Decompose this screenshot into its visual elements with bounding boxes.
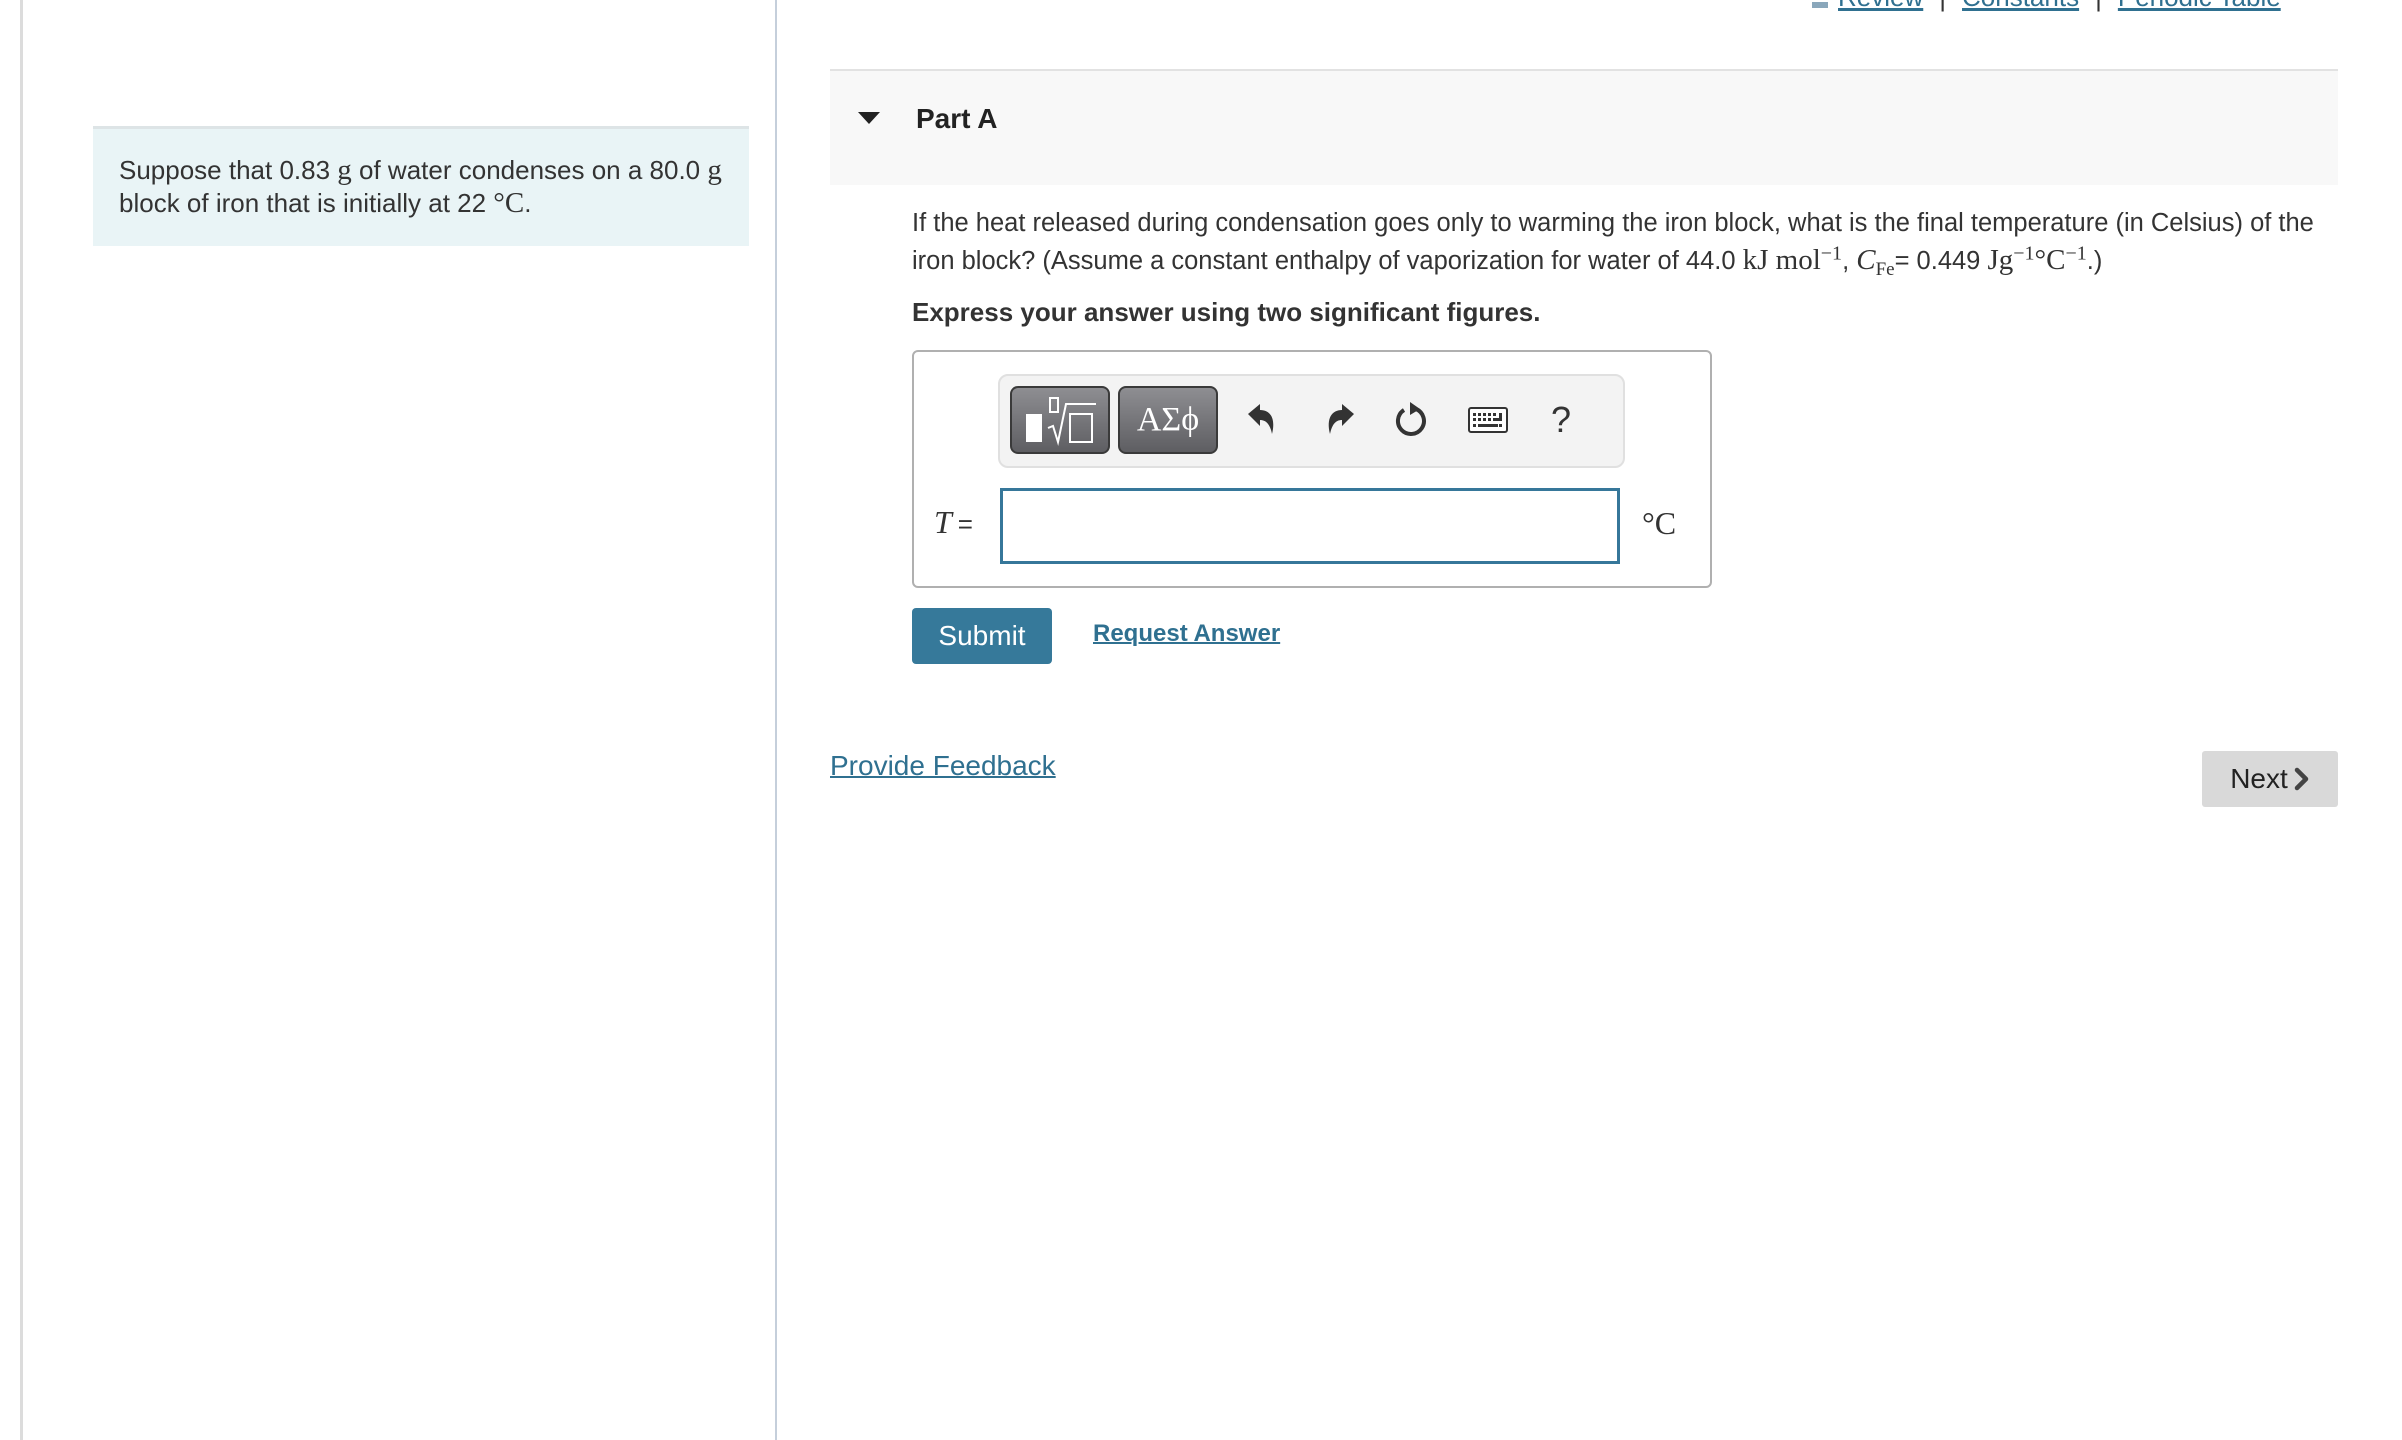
chevron-right-icon <box>2294 767 2309 791</box>
templates-sqrt-icon <box>1026 397 1096 446</box>
question-end: .) <box>2086 247 2103 275</box>
greek-symbols-icon: ΑΣϕ <box>1136 401 1200 438</box>
book-icon <box>1812 2 1828 8</box>
variable-label: T = <box>934 504 973 541</box>
next-button[interactable]: Next <box>2202 751 2338 807</box>
panel-divider <box>775 0 777 1440</box>
templates-button[interactable] <box>1010 386 1110 454</box>
unit-grams: g <box>337 154 352 186</box>
math-toolbar: ΑΣϕ ? <box>998 374 1625 468</box>
submit-button[interactable]: Submit <box>912 608 1052 664</box>
answer-unit: °C <box>1642 505 1677 541</box>
left-border <box>20 0 23 1440</box>
problem-text: block of iron that is initially at 22 <box>119 188 494 218</box>
keyboard-button[interactable] <box>1466 398 1510 442</box>
exponent: −1 <box>2065 242 2087 265</box>
problem-text: of water condenses on a 80.0 <box>351 155 708 185</box>
exponent: −1 <box>1820 242 1843 265</box>
heat-capacity-value: = 0.449 <box>1894 247 1988 275</box>
part-title: Part A <box>916 103 998 134</box>
answer-box: ΑΣϕ ? T = °C <box>912 350 1712 588</box>
problem-text: Suppose that 0.83 <box>119 155 338 185</box>
review-link[interactable]: Review <box>1838 0 1923 12</box>
unit-celsius: °C <box>2034 244 2066 276</box>
question-body: If the heat released during condensation… <box>912 209 2314 275</box>
periodic-table-link[interactable]: Periodic Table <box>2118 0 2281 12</box>
unit-celsius: °C <box>493 187 525 219</box>
equals-sign: = <box>957 509 973 539</box>
heat-capacity-symbol: C <box>1856 244 1876 276</box>
problem-statement: Suppose that 0.83 g of water condenses o… <box>93 126 749 246</box>
provide-feedback-link[interactable]: Provide Feedback <box>830 750 1056 782</box>
constants-link[interactable]: Constants <box>1962 0 2079 12</box>
undo-button[interactable] <box>1240 398 1284 442</box>
reset-button[interactable] <box>1390 398 1434 442</box>
resource-links: Review | Constants | Periodic Table <box>1812 0 2281 10</box>
unit-grams: g <box>707 154 722 186</box>
redo-icon <box>1328 404 1354 434</box>
unit-kj-mol: kJ mol <box>1742 244 1821 276</box>
question-text: If the heat released during condensation… <box>912 205 2332 280</box>
next-label: Next <box>2230 763 2288 794</box>
link-separator: | <box>1939 0 1946 12</box>
variable-symbol: T <box>934 504 952 540</box>
caret-down-icon[interactable] <box>858 112 880 124</box>
problem-text: . <box>524 188 532 218</box>
answer-input[interactable] <box>1000 488 1620 564</box>
request-answer-link[interactable]: Request Answer <box>1093 620 1280 648</box>
instruction-text: Express your answer using two significan… <box>912 297 1541 327</box>
help-icon: ? <box>1550 399 1572 440</box>
part-a-header[interactable]: Part A <box>830 69 2338 185</box>
keyboard-icon <box>1468 407 1508 433</box>
exponent: −1 <box>2013 242 2035 265</box>
symbols-button[interactable]: ΑΣϕ <box>1118 386 1218 454</box>
link-separator: | <box>2095 0 2102 12</box>
subscript-fe: Fe <box>1875 259 1895 281</box>
help-button[interactable]: ? <box>1539 398 1583 442</box>
redo-button[interactable] <box>1318 398 1362 442</box>
reset-icon <box>1396 402 1426 436</box>
undo-icon <box>1248 404 1274 434</box>
separator: , <box>1842 247 1857 275</box>
unit-jg: Jg <box>1987 244 2014 276</box>
